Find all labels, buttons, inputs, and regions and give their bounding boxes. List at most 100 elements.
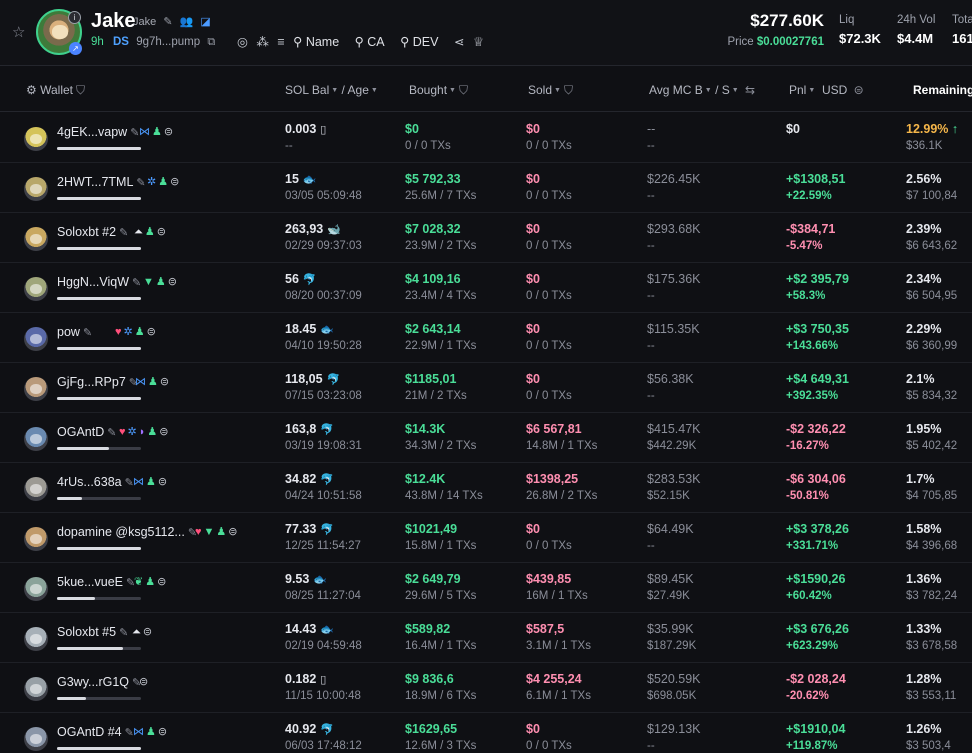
edit-icon[interactable]: ✎ [163, 15, 172, 28]
avatar[interactable] [24, 477, 48, 501]
search-dev-button[interactable]: ⚲ DEV [400, 35, 443, 49]
wallet-name[interactable]: OGAntD ✎ [57, 425, 116, 439]
copy-icon[interactable]: ⧉ [207, 36, 215, 49]
table-row[interactable]: 2HWT...7TML ✎ ✲ ♟ ⊜ 15 🐟 03/05 05:09:48 $5 7… [0, 163, 972, 213]
edit-icon[interactable]: ✎ [132, 277, 141, 289]
edit-icon[interactable]: ✎ [119, 627, 128, 639]
table-row[interactable]: Soloxbt #5 ✎ ⏶ ⊜ 14.43 🐟 02/19 04:59:48 $58… [0, 613, 972, 663]
wallet-name[interactable]: Soloxbt #2 ✎ [57, 225, 128, 239]
user-badge-icon: ♟ [144, 226, 155, 238]
wallet-name[interactable]: GjFg...RPp7 ✎ [57, 375, 138, 389]
fish-badge-icon: ⋈ [139, 126, 150, 138]
pnl-usd: -$6 304,06 [786, 472, 846, 486]
remaining-usd: $7 100,84 [906, 190, 958, 202]
list-badge-icon: ⊜ [228, 526, 238, 538]
avatar[interactable] [24, 527, 48, 551]
holding-bar [57, 247, 141, 250]
avatar[interactable] [24, 677, 48, 701]
table-row[interactable]: 5kue...vueE ✎ ❦ ♟ ⊜ 9.53 🐟 08/25 11:27:04 $2… [0, 563, 972, 613]
bought-txs: 43.8M / 14 TXs [405, 490, 483, 502]
pnl-percent: -5.47% [786, 240, 823, 252]
wallet-name[interactable]: 2HWT...7TML ✎ [57, 175, 146, 189]
pnl-percent: +119.87% [786, 740, 838, 752]
crown-icon[interactable]: ♕ [473, 35, 484, 49]
edit-icon[interactable]: ✎ [136, 177, 145, 189]
avatar[interactable] [24, 427, 48, 451]
wallet-size-icon: 🐟 [313, 574, 328, 586]
col-bought[interactable]: Bought ▼ ⛉ [409, 83, 468, 98]
col-remaining[interactable]: Remaining [913, 83, 972, 97]
edit-icon[interactable]: ✎ [83, 327, 92, 339]
fish-badge-icon: ⋈ [135, 376, 146, 388]
globe-icon[interactable]: ◎ [237, 35, 248, 49]
avatar[interactable] [24, 627, 48, 651]
bought-value: $1185,01 [405, 372, 457, 386]
table-row[interactable]: 4gEK...vapw ✎ ⋈ ♟ ⊜ 0.003 ▯ -- $0 0 / 0 TXs … [0, 113, 972, 163]
search-name-button[interactable]: ⚲ Name [293, 35, 344, 49]
fish-badge-icon: ⋈ [133, 476, 144, 488]
avatar[interactable] [24, 127, 48, 151]
wallet-name[interactable]: dopamine @ksg5112... ✎ [57, 525, 197, 539]
edit-icon[interactable]: ✎ [107, 427, 116, 439]
avatar[interactable] [24, 277, 48, 301]
table-row[interactable]: OGAntD #4 ✎ ⋈ ♟ ⊜ 40.92 🐬 06/03 17:48:12 $16… [0, 713, 972, 753]
table-row[interactable]: pow ✎ ♥ ✲ ♟ ⊜ 18.45 🐟 04/10 19:50:28 $2 643,1… [0, 313, 972, 363]
wallet-tags: ⋈ ♟ ⊜ [133, 725, 169, 738]
wallet-tags: ✲ ♟ ⊜ [147, 175, 181, 188]
list-circle-icon[interactable]: ≡ [277, 35, 284, 49]
pnl-usd: +$3 676,26 [786, 622, 849, 636]
wallet-name[interactable]: Soloxbt #5 ✎ [57, 625, 128, 639]
avatar[interactable] [24, 727, 48, 751]
col-avg-mc[interactable]: Avg MC B ▼ / S ▼ ⇆ [649, 83, 755, 97]
token-address[interactable]: 9g7h...pump [136, 36, 200, 48]
community-icon[interactable]: ⁂ [256, 35, 269, 49]
bought-txs: 21M / 2 TXs [405, 390, 467, 402]
share-icon[interactable]: ⋖ [454, 35, 464, 49]
remaining-percent: 12.99% ↑ [906, 122, 959, 136]
table-row[interactable]: HggN...ViqW ✎ ▼ ♟ ⊜ 56 🐬 08/20 00:37:09 $4 1… [0, 263, 972, 313]
wallet-name[interactable]: 4gEK...vapw ✎ [57, 125, 139, 139]
wallet-name[interactable]: G3wy...rG1Q ✎ [57, 675, 141, 689]
wallet-name[interactable]: 4rUs...638a ✎ [57, 475, 134, 489]
table-row[interactable]: GjFg...RPp7 ✎ ⋈ ♟ ⊜ 118,05 🐬 07/15 03:23:08 … [0, 363, 972, 413]
col-sol-bal[interactable]: SOL Bal ▼ / Age ▼ [285, 83, 378, 97]
col-sold[interactable]: Sold ▼ ⛉ [528, 83, 573, 98]
list-badge-icon: ⊜ [159, 376, 170, 388]
table-row[interactable]: 4rUs...638a ✎ ⋈ ♟ ⊜ 34.82 🐬 04/24 10:51:58 $… [0, 463, 972, 513]
token-symbol: Jake [133, 16, 157, 28]
wallet-name[interactable]: OGAntD #4 ✎ [57, 725, 134, 739]
wallet-name[interactable]: HggN...ViqW ✎ [57, 275, 141, 289]
table-row[interactable]: G3wy...rG1Q ✎ ⊜ 0.182 ▯ 11/15 10:00:48 $9 … [0, 663, 972, 713]
edit-icon[interactable]: ✎ [119, 227, 128, 239]
col-pnl[interactable]: Pnl ▼ USD ⊜ [789, 83, 864, 97]
search-ca-button[interactable]: ⚲ CA [355, 35, 390, 49]
avatar[interactable] [24, 177, 48, 201]
favorite-star-icon[interactable]: ☆ [12, 23, 25, 41]
avatar[interactable] [24, 227, 48, 251]
pnl-percent: +623.29% [786, 640, 839, 652]
wallet-size-icon: 🐟 [320, 624, 334, 636]
remaining-usd: $6 504,95 [906, 290, 958, 302]
col-wallet[interactable]: ⚙ Wallet ⛉ [26, 83, 85, 98]
list-badge-icon: ⊜ [146, 326, 156, 338]
dexscreener-link[interactable]: DS [113, 36, 129, 48]
avatar[interactable] [24, 327, 48, 351]
table-row[interactable]: Soloxbt #2 ✎ ⏶ ♟ ⊜ 263,93 🐋 02/29 09:37:03 $… [0, 213, 972, 263]
avatar[interactable] [24, 377, 48, 401]
pnl-usd: +$1308,51 [786, 172, 846, 186]
wallet-name[interactable]: 5kue...vueE ✎ [57, 575, 135, 589]
table-row[interactable]: OGAntD ✎ ♥ ✲ ◗ ♟ ⊜ 163,8 🐬 03/19 19:08:31 $14.… [0, 413, 972, 463]
filter-icon: ⛉ [458, 83, 468, 97]
hat-badge-icon: ⏶ [132, 626, 141, 638]
avatar[interactable] [24, 577, 48, 601]
sol-balance: 77.33 🐬 [285, 522, 334, 536]
holding-bar [57, 697, 141, 700]
remaining-percent: 2.39% [906, 222, 942, 236]
table-row[interactable]: dopamine @ksg5112... ✎ ♥ ▼ ♟ ⊜ 77.33 🐬 12/25 … [0, 513, 972, 563]
wallet-name[interactable]: pow ✎ [57, 325, 92, 339]
user-badge-icon: ♟ [146, 726, 156, 738]
token-header: ☆ i ↗ Jake Jake ✎ 👥 ◪ 9h DS 9g7h...pump … [0, 0, 972, 66]
list-badge-icon: ⊜ [170, 176, 180, 188]
avg-mc-sell: -- [647, 140, 655, 152]
currency-toggle-icon: ⊜ [853, 83, 864, 97]
